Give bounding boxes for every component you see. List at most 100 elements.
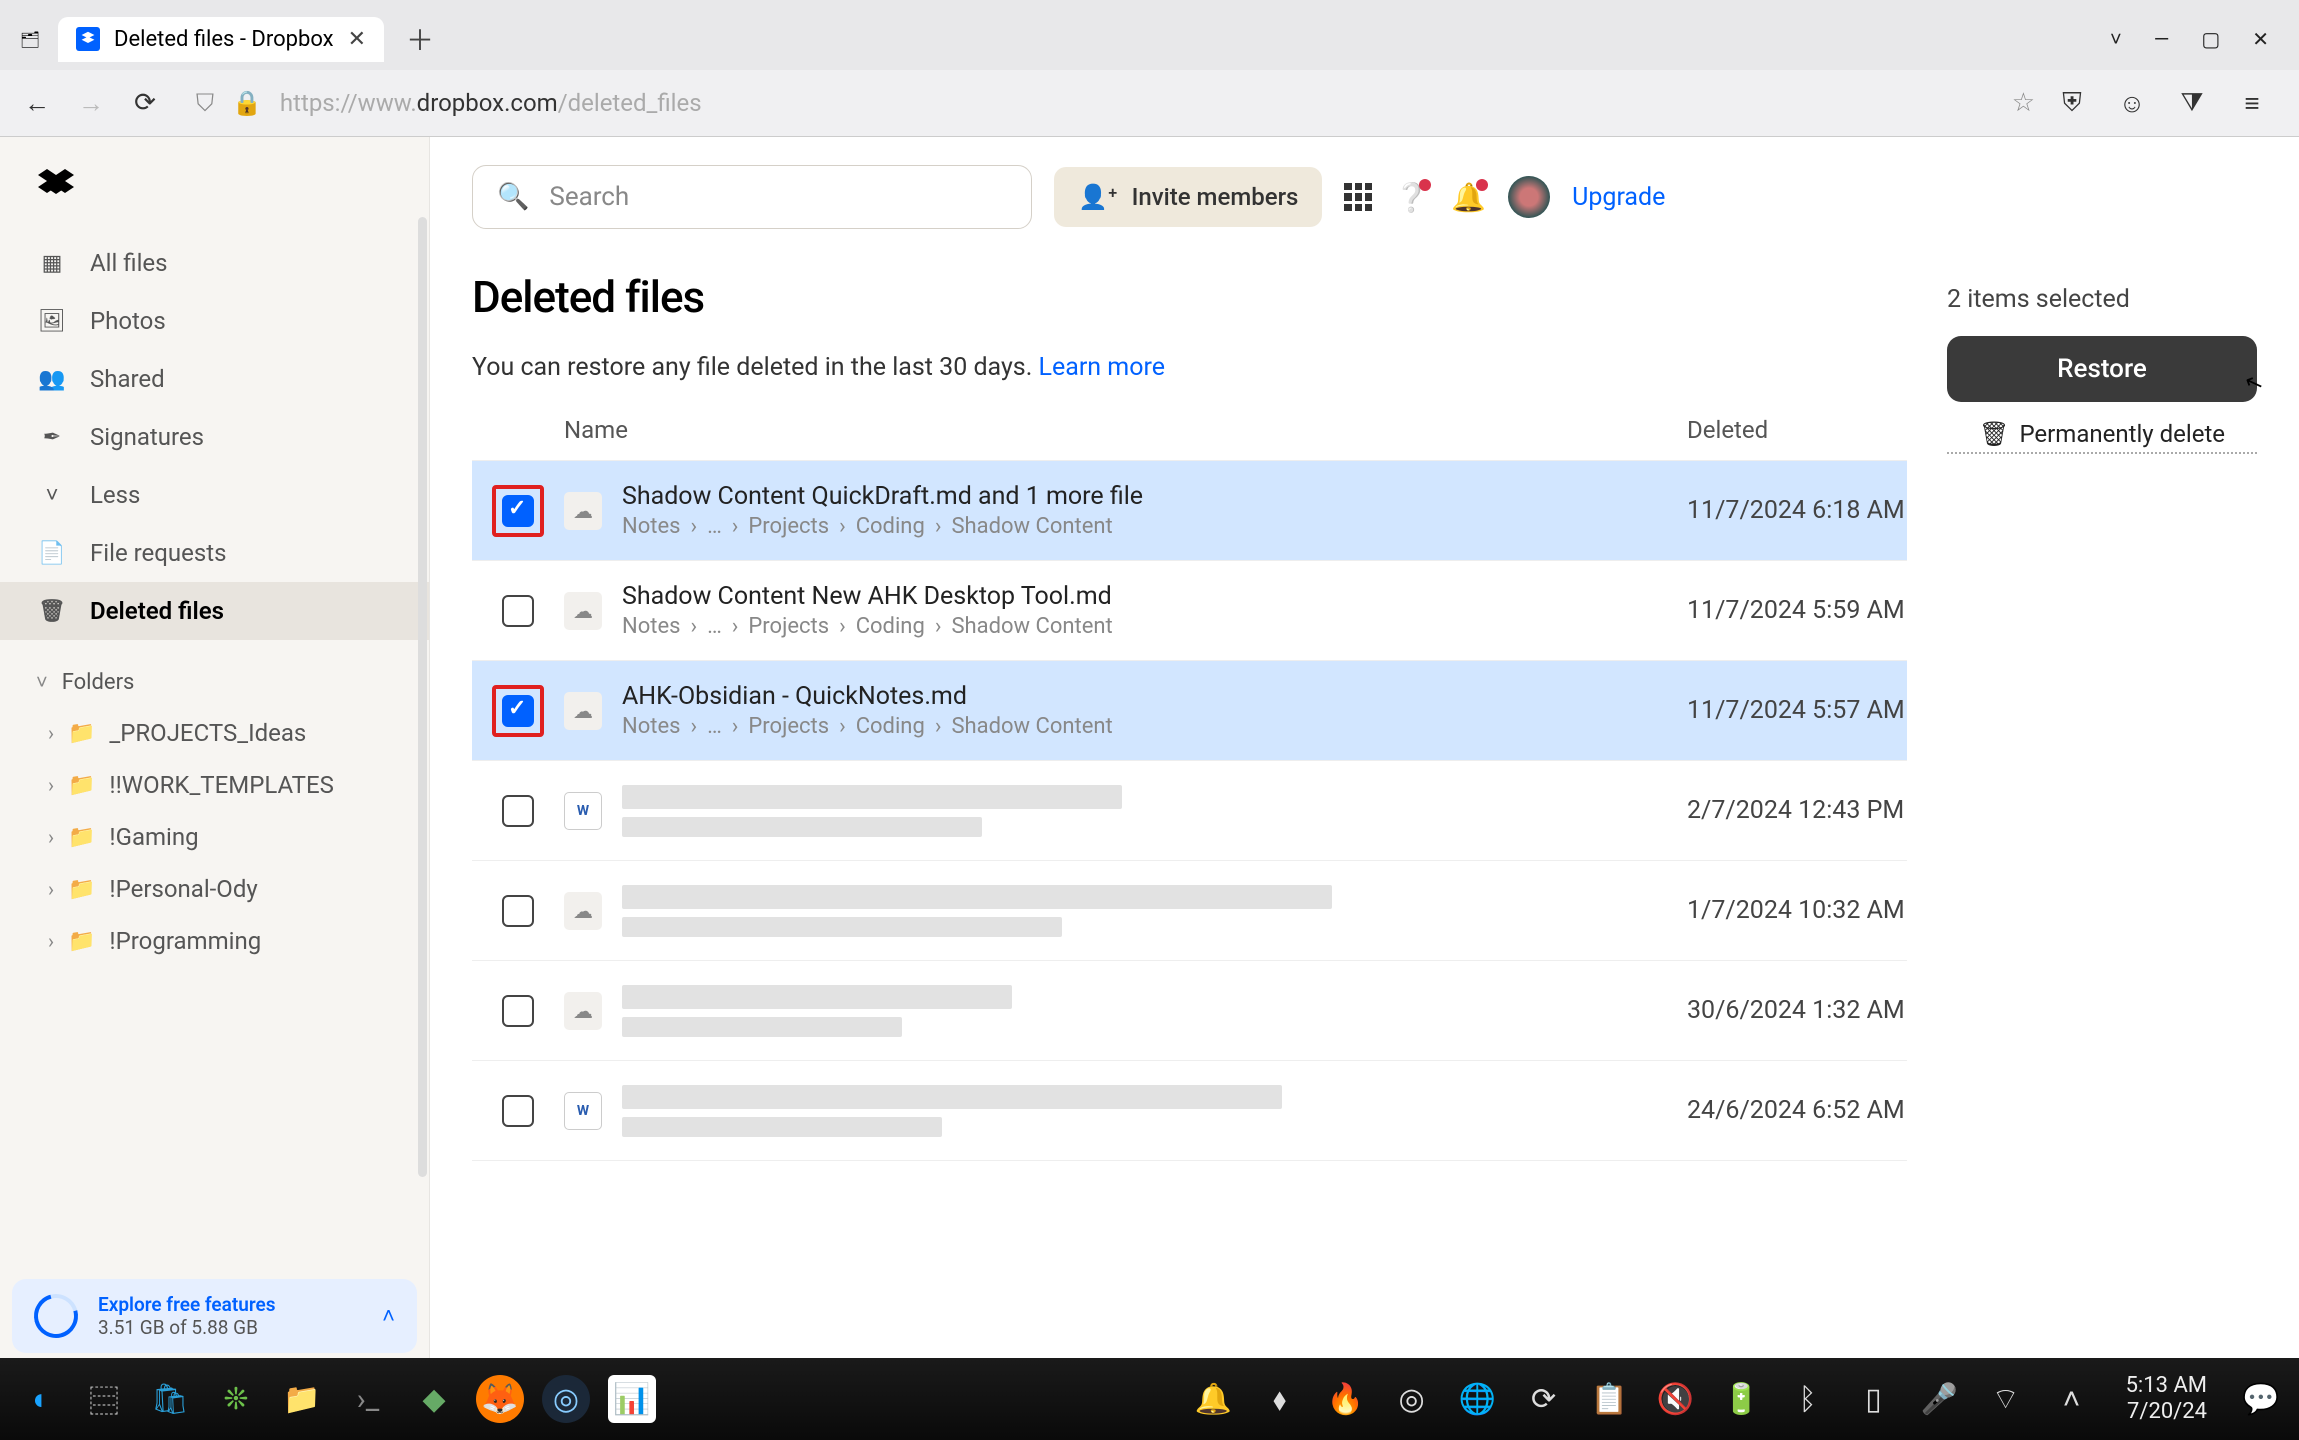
avatar[interactable]: [1508, 176, 1550, 218]
nav-label: File requests: [90, 539, 226, 567]
close-window-icon[interactable]: ✕: [2252, 27, 2269, 51]
bookmark-icon[interactable]: ☆: [2012, 88, 2035, 118]
file-row[interactable]: W2/7/2024 12:43 PM: [472, 761, 1907, 861]
checkbox[interactable]: [502, 495, 534, 527]
forward-button[interactable]: →: [74, 86, 108, 120]
checkbox[interactable]: [502, 995, 534, 1027]
tray-update-icon[interactable]: ⟳: [1520, 1375, 1568, 1423]
window-controls: ˅ — ▢ ✕: [2110, 27, 2289, 52]
sidebar-item-photos[interactable]: 🖼Photos: [0, 292, 429, 350]
tray-bell-icon[interactable]: 🔔: [1190, 1375, 1238, 1423]
file-row[interactable]: ☁Shadow Content New AHK Desktop Tool.mdN…: [472, 561, 1907, 661]
maximize-icon[interactable]: ▢: [2201, 27, 2220, 51]
help-icon[interactable]: ❔: [1394, 181, 1429, 214]
taskbar-app-icon[interactable]: ❊: [212, 1375, 260, 1423]
tray-battery-icon[interactable]: 🔋: [1718, 1375, 1766, 1423]
chevron-up-icon: ˄: [382, 1303, 395, 1329]
learn-more-link[interactable]: Learn more: [1039, 353, 1165, 382]
pocket-icon[interactable]: ⛨: [2055, 86, 2089, 120]
sidebar-item-file-requests[interactable]: 📄File requests: [0, 524, 429, 582]
app-menu-icon[interactable]: ≡: [2235, 86, 2269, 120]
close-tab-icon[interactable]: ✕: [348, 27, 366, 52]
taskbar-clock[interactable]: 5:13 AM 7/20/24: [2114, 1373, 2219, 1426]
chevron-right-icon: ›: [48, 721, 54, 745]
folder-item[interactable]: ›📁!Gaming: [18, 811, 411, 863]
tray-clipboard-icon[interactable]: 📋: [1586, 1375, 1634, 1423]
back-button[interactable]: ←: [20, 86, 54, 120]
tray-globe-icon[interactable]: 🌐: [1454, 1375, 1502, 1423]
search-icon: 🔍: [497, 182, 529, 212]
taskbar-app-icon[interactable]: 📊: [608, 1375, 656, 1423]
address-bar[interactable]: ⛉ 🔒 https://www.dropbox.com/deleted_file…: [182, 89, 1992, 117]
extensions-icon[interactable]: ⧩: [2175, 86, 2209, 120]
file-name: Shadow Content QuickDraft.md and 1 more …: [622, 482, 1687, 511]
folder-item[interactable]: ›📁!Personal-Ody: [18, 863, 411, 915]
tray-volume-muted-icon[interactable]: 🔇: [1652, 1375, 1700, 1423]
checkbox[interactable]: [502, 795, 534, 827]
sidebar-item-shared[interactable]: 👥Shared: [0, 350, 429, 408]
sidebar-item-signatures[interactable]: ✒Signatures: [0, 408, 429, 466]
dropbox-favicon: [76, 27, 100, 51]
folders-header[interactable]: ˅ Folders: [18, 658, 411, 707]
sidebar-item-less[interactable]: ˅Less: [0, 466, 429, 524]
file-type-icon: ☁: [564, 592, 602, 630]
side-panel: 2 items selected Restore ↖ 🗑 Permanently…: [1947, 165, 2257, 1337]
reload-button[interactable]: ⟳: [128, 86, 162, 120]
permanently-delete-button[interactable]: 🗑 Permanently delete: [1947, 420, 2257, 454]
search-input[interactable]: 🔍 Search: [472, 165, 1032, 229]
tray-bluetooth-icon[interactable]: ᛒ: [1784, 1375, 1832, 1423]
folder-item[interactable]: ›📁_PROJECTS_Ideas: [18, 707, 411, 759]
taskbar-firefox-icon[interactable]: 🦊: [476, 1375, 524, 1423]
taskbar-steam-icon[interactable]: ◎: [542, 1375, 590, 1423]
tray-notifications-icon[interactable]: 💬: [2237, 1375, 2285, 1423]
checkbox[interactable]: [502, 695, 534, 727]
taskbar-app-icon[interactable]: ◆: [410, 1375, 458, 1423]
tray-wifi-icon[interactable]: ⌔: [1982, 1375, 2030, 1423]
taskbar-app-icon[interactable]: ⿳: [80, 1375, 128, 1423]
invite-members-button[interactable]: 👤⁺ Invite members: [1054, 167, 1322, 227]
checkbox[interactable]: [502, 1095, 534, 1127]
shield-icon[interactable]: ⛉: [196, 89, 214, 117]
tray-dropbox-icon[interactable]: ⬧: [1256, 1375, 1304, 1423]
taskbar-store-icon[interactable]: 🛍: [146, 1375, 194, 1423]
tray-mic-icon[interactable]: 🎤: [1916, 1375, 1964, 1423]
promo-title: Explore free features: [98, 1293, 362, 1316]
file-row[interactable]: W24/6/2024 6:52 AM: [472, 1061, 1907, 1161]
tray-chevron-icon[interactable]: ˄: [2048, 1375, 2096, 1423]
column-deleted[interactable]: Deleted: [1687, 416, 1907, 444]
file-row[interactable]: ☁30/6/2024 1:32 AM: [472, 961, 1907, 1061]
tray-app-icon[interactable]: ◎: [1388, 1375, 1436, 1423]
app-launcher-icon[interactable]: [1344, 183, 1372, 211]
recent-tabs-icon[interactable]: 🗂: [10, 19, 50, 59]
file-row[interactable]: ☁ Shadow Content QuickDraft.md and 1 more…: [472, 461, 1907, 561]
tray-app-icon[interactable]: 🔥: [1322, 1375, 1370, 1423]
new-tab-button[interactable]: ＋: [392, 19, 448, 59]
lock-icon[interactable]: 🔒: [232, 89, 262, 117]
scrollbar[interactable]: [418, 217, 427, 1177]
sidebar-item-deleted-files[interactable]: 🗑Deleted files: [0, 582, 429, 640]
restore-button[interactable]: Restore ↖: [1947, 336, 2257, 402]
notifications-icon[interactable]: 🔔: [1451, 181, 1486, 214]
taskbar-start-icon[interactable]: ◖: [14, 1375, 62, 1423]
folder-item[interactable]: ›📁!!WORK_TEMPLATES: [18, 759, 411, 811]
sidebar-item-all-files[interactable]: ▦All files: [0, 234, 429, 292]
folder-name: !Personal-Ody: [109, 875, 257, 903]
taskbar-files-icon[interactable]: 📁: [278, 1375, 326, 1423]
dropbox-logo-icon[interactable]: [0, 137, 429, 234]
checkbox[interactable]: [502, 895, 534, 927]
minimize-icon[interactable]: —: [2154, 27, 2170, 51]
file-row[interactable]: ☁1/7/2024 10:32 AM: [472, 861, 1907, 961]
taskbar-terminal-icon[interactable]: ›_: [344, 1375, 392, 1423]
column-name[interactable]: Name: [564, 416, 1687, 444]
account-icon[interactable]: ☺: [2115, 86, 2149, 120]
file-type-icon: ☁: [564, 492, 602, 530]
url-bar: ← → ⟳ ⛉ 🔒 https://www.dropbox.com/delete…: [0, 70, 2299, 136]
browser-tab[interactable]: Deleted files - Dropbox ✕: [58, 17, 384, 62]
file-row[interactable]: ☁AHK-Obsidian - QuickNotes.mdNotes›…›Pro…: [472, 661, 1907, 761]
checkbox[interactable]: [502, 595, 534, 627]
tabs-list-icon[interactable]: ˅: [2110, 27, 2122, 52]
tray-app-icon[interactable]: ▯: [1850, 1375, 1898, 1423]
folder-item[interactable]: ›📁!Programming: [18, 915, 411, 967]
upgrade-link[interactable]: Upgrade: [1572, 183, 1665, 212]
sidebar-promo[interactable]: Explore free features 3.51 GB of 5.88 GB…: [12, 1279, 417, 1353]
